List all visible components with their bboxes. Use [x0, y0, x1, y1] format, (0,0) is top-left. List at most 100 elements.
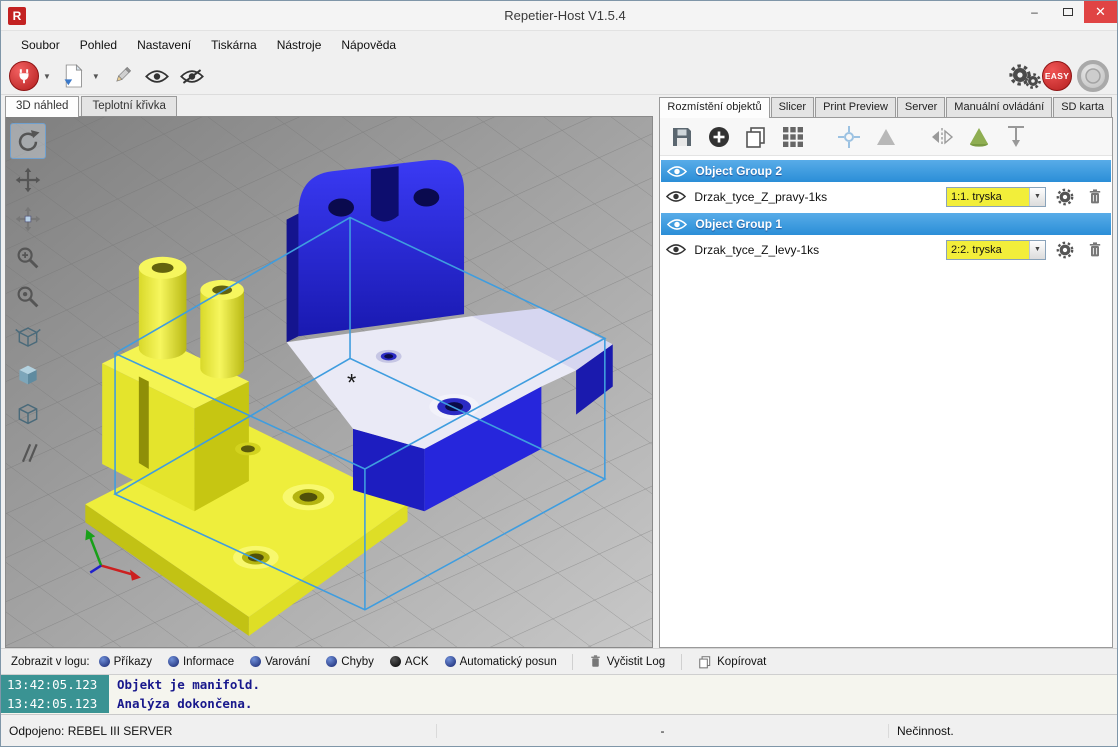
hide-travel-button[interactable]: [177, 61, 207, 91]
group-visibility-eye-icon[interactable]: [667, 165, 687, 178]
toggle-label: Automatický posun: [460, 656, 557, 668]
log-toolbar: Zobrazit v logu: Příkazy Informace Varov…: [1, 648, 1117, 674]
commands-ball-icon: [99, 656, 110, 667]
drop-object-button[interactable]: [872, 123, 900, 151]
group-visibility-eye-icon[interactable]: [667, 218, 687, 231]
add-icon: [707, 125, 731, 149]
tab-temperature-curve[interactable]: Teplotní křivka: [81, 96, 177, 116]
object-group-header[interactable]: Object Group 2: [661, 160, 1111, 182]
move-object-icon: [15, 206, 41, 232]
toggle-label: Příkazy: [114, 656, 152, 668]
move-view-button[interactable]: [10, 162, 46, 198]
copy-log-label: Kopírovat: [717, 656, 766, 668]
view-iso-button[interactable]: [10, 357, 46, 393]
menu-pohled[interactable]: Pohled: [70, 33, 127, 57]
chevron-down-icon[interactable]: ▼: [1029, 241, 1045, 259]
clear-log-button[interactable]: Vyčistit Log: [581, 651, 673, 672]
perspective-toggle-button[interactable]: [10, 435, 46, 471]
log-timestamp: 13:42:05.123: [1, 675, 109, 694]
emergency-stop-button[interactable]: [1077, 60, 1109, 92]
tab-3d-preview[interactable]: 3D náhled: [5, 96, 79, 117]
title-bar: R Repetier-Host V1.5.4 – ✕: [1, 1, 1117, 31]
easy-mode-button[interactable]: EASY: [1042, 61, 1072, 91]
minimize-button[interactable]: –: [1018, 1, 1051, 23]
toggle-commands[interactable]: Příkazy: [92, 653, 159, 671]
menu-napoveda[interactable]: Nápověda: [331, 33, 406, 57]
delete-object-button[interactable]: [1084, 186, 1106, 208]
center-object-button[interactable]: [835, 123, 863, 151]
tab-slicer[interactable]: Slicer: [771, 97, 815, 117]
3d-viewport[interactable]: *: [5, 116, 653, 648]
menu-tiskarna[interactable]: Tiskárna: [201, 33, 267, 57]
extruder-select[interactable]: 1:1. tryska ▼: [946, 187, 1046, 207]
extruder-select[interactable]: 2:2. tryska ▼: [946, 240, 1046, 260]
tab-manual-control[interactable]: Manuální ovládání: [946, 97, 1052, 117]
menu-nastaveni[interactable]: Nastavení: [127, 33, 201, 57]
toggle-info[interactable]: Informace: [161, 653, 241, 671]
log-output[interactable]: 13:42:05.123 Objekt je manifold. 13:42:0…: [1, 674, 1117, 714]
trash-icon: [589, 654, 602, 669]
show-filament-button[interactable]: [142, 61, 172, 91]
mirror-object-button[interactable]: [928, 123, 956, 151]
object-settings-button[interactable]: [1054, 239, 1076, 261]
toggle-errors[interactable]: Chyby: [319, 653, 381, 671]
object-settings-button[interactable]: [1054, 186, 1076, 208]
object-group-header[interactable]: Object Group 1: [661, 213, 1111, 235]
extruder-value: 2:2. tryska: [947, 241, 1029, 259]
copy-log-button[interactable]: Kopírovat: [690, 652, 774, 672]
menu-nastroje[interactable]: Nástroje: [267, 33, 332, 57]
cut-object-button[interactable]: [1002, 123, 1030, 151]
log-message: Analýza dokončena.: [109, 696, 252, 711]
tab-server[interactable]: Server: [897, 97, 945, 117]
load-dropdown-arrow[interactable]: ▼: [90, 72, 102, 81]
main-area: 3D náhled Teplotní křivka: [1, 95, 1117, 648]
move-object-button[interactable]: [10, 201, 46, 237]
connect-dropdown-arrow[interactable]: ▼: [41, 72, 53, 81]
log-row: 13:42:05.123 Objekt je manifold.: [1, 675, 1117, 694]
tab-print-preview[interactable]: Print Preview: [815, 97, 896, 117]
visibility-eye-icon[interactable]: [666, 243, 686, 256]
tab-object-placement[interactable]: Rozmístění objektů: [659, 97, 769, 118]
connection-status: Odpojeno: REBEL III SERVER: [1, 724, 437, 738]
object-list: Object Group 2 Drzak_tyce_Z_pravy-1ks 1:…: [660, 156, 1112, 647]
pencil-icon: [111, 65, 133, 87]
toggle-label: Chyby: [341, 656, 374, 668]
zoom-fit-button[interactable]: [10, 279, 46, 315]
toggle-autoscroll[interactable]: Automatický posun: [438, 653, 564, 671]
plug-icon: [15, 67, 33, 85]
3d-scene: *: [6, 117, 652, 647]
toggle-warnings[interactable]: Varování: [243, 653, 317, 671]
connect-button[interactable]: [9, 61, 39, 91]
edit-button[interactable]: [107, 61, 137, 91]
menu-soubor[interactable]: Soubor: [11, 33, 70, 57]
chevron-down-icon[interactable]: ▼: [1029, 188, 1045, 206]
toggle-ack[interactable]: ACK: [383, 653, 436, 671]
settings-button[interactable]: [1007, 61, 1037, 91]
add-object-button[interactable]: [705, 123, 733, 151]
mirror-icon: [930, 125, 954, 149]
visibility-eye-icon[interactable]: [666, 190, 686, 203]
maximize-button[interactable]: [1051, 1, 1084, 23]
object-row[interactable]: Drzak_tyce_Z_pravy-1ks 1:1. tryska ▼: [660, 182, 1112, 211]
zoom-in-button[interactable]: [10, 240, 46, 276]
rotate-view-button[interactable]: [10, 123, 46, 159]
zoom-in-icon: [15, 245, 41, 271]
copy-object-button[interactable]: [742, 123, 770, 151]
load-button[interactable]: [58, 61, 88, 91]
view-wire-button[interactable]: [10, 396, 46, 432]
ack-ball-icon: [390, 656, 401, 667]
rotate-icon: [15, 128, 41, 154]
close-button[interactable]: ✕: [1084, 1, 1117, 23]
trash-icon: [1087, 241, 1103, 259]
delete-object-button[interactable]: [1084, 239, 1106, 261]
tab-sd-card[interactable]: SD karta: [1053, 97, 1112, 117]
save-stl-button[interactable]: [668, 123, 696, 151]
right-tab-strip: Rozmístění objektů Slicer Print Preview …: [659, 95, 1113, 117]
view-front-button[interactable]: [10, 318, 46, 354]
autoposition-button[interactable]: [779, 123, 807, 151]
scale-object-button[interactable]: [965, 123, 993, 151]
app-window: R Repetier-Host V1.5.4 – ✕ Soubor Pohled…: [0, 0, 1118, 747]
object-row[interactable]: Drzak_tyce_Z_levy-1ks 2:2. tryska ▼: [660, 235, 1112, 264]
eye-icon: [145, 69, 169, 84]
object-name: Drzak_tyce_Z_levy-1ks: [694, 243, 819, 257]
